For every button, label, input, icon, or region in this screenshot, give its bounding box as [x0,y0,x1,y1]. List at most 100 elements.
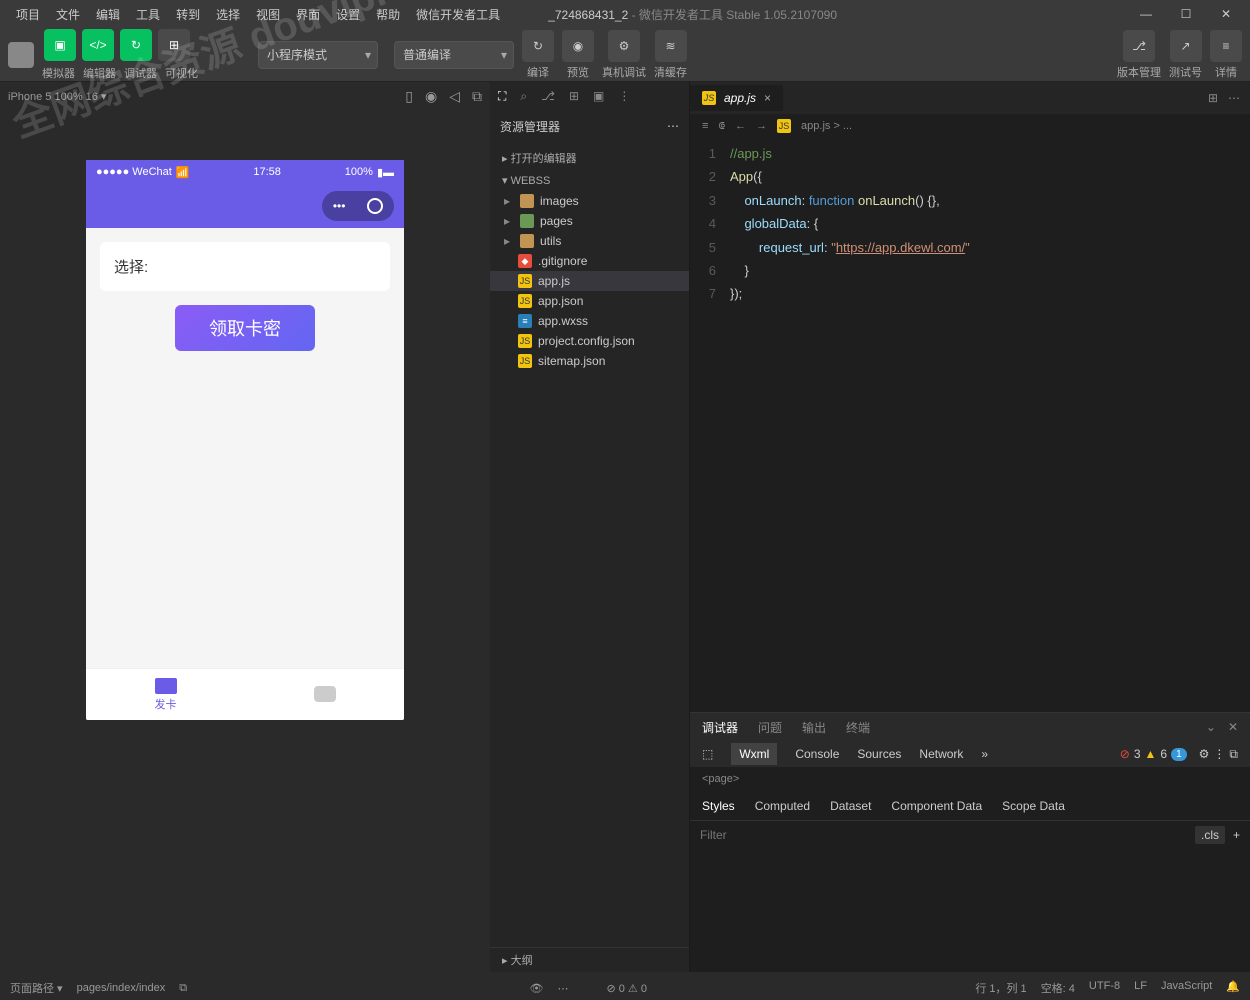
close-icon[interactable]: ✕ [1210,2,1242,26]
bookmark-icon[interactable]: ⟃ [718,120,725,133]
eol-status[interactable]: LF [1134,980,1147,996]
more-tools-icon[interactable]: » [981,747,988,761]
close-panel-icon[interactable]: ✕ [1228,720,1238,734]
tab-componentdata[interactable]: Component Data [891,799,982,813]
menu-转到[interactable]: 转到 [168,2,208,27]
menu-帮助[interactable]: 帮助 [368,2,408,27]
eye-icon[interactable]: 👁 [530,982,544,995]
tab-scopedata[interactable]: Scope Data [1002,799,1065,813]
simulator-button[interactable]: ▣ [44,29,76,61]
mode-dropdown[interactable]: 小程序模式 [258,41,378,69]
dock-icon[interactable]: ⋮ [1213,747,1225,761]
more-icon[interactable]: ⋯ [1228,91,1240,105]
errors-status[interactable]: ⊘ 0 ⚠ 0 [606,982,646,995]
files-icon[interactable]: ⛶ [498,89,506,104]
file-.gitignore[interactable]: ◆.gitignore [490,251,689,271]
code-editor[interactable]: 1//app.js2App({3 onLaunch: function onLa… [690,138,1250,712]
more-icon[interactable]: ⋯ [557,982,568,995]
wxml-tree[interactable]: <page> [690,767,1250,791]
settings-icon[interactable]: ⚙ [1199,747,1210,761]
file-app.js[interactable]: JSapp.js [490,271,689,291]
filter-input[interactable] [700,828,1187,842]
page-path[interactable]: pages/index/index [77,982,166,994]
menu-编辑[interactable]: 编辑 [88,2,128,27]
compile-dropdown[interactable]: 普通编译 [394,41,514,69]
tool-sources[interactable]: Sources [857,747,901,761]
tab-dataset[interactable]: Dataset [830,799,871,813]
copy-icon[interactable]: ⧉ [179,982,187,995]
capsule-button[interactable]: ••• [322,191,394,221]
toggle-icon[interactable]: ≡ [702,120,708,132]
menu-项目[interactable]: 项目 [8,2,48,27]
tool-wxml[interactable]: Wxml [731,743,777,765]
file-app.wxss[interactable]: ≡app.wxss [490,311,689,331]
breadcrumb[interactable]: ≡ ⟃ ←→ JS app.js > ... [690,114,1250,138]
git-icon[interactable]: ⎇ [541,89,555,103]
tool-network[interactable]: Network [919,747,963,761]
root-folder[interactable]: WEBSS [490,170,689,191]
menu-选择[interactable]: 选择 [208,2,248,27]
device-selector[interactable]: iPhone 5 100% 16 ▾ [8,90,106,103]
target-icon[interactable] [367,198,383,214]
tab-appjs[interactable]: JS app.js × [690,85,783,111]
lang-status[interactable]: JavaScript [1161,980,1212,996]
inspect-icon[interactable]: ⬚ [702,747,713,761]
select-card[interactable]: 选择: [100,242,390,291]
indent-status[interactable]: 空格: 4 [1041,980,1075,996]
open-editors-section[interactable]: 打开的编辑器 [490,146,689,170]
encoding-status[interactable]: UTF-8 [1089,980,1120,996]
testnum-button[interactable]: ↗ [1170,30,1202,62]
claim-button[interactable]: 领取卡密 [175,305,315,351]
compile-button[interactable]: ↻ [522,30,554,62]
add-style-icon[interactable]: + [1233,828,1240,842]
close-tab-icon[interactable]: × [764,91,771,105]
file-images[interactable]: images [490,191,689,211]
realmachine-button[interactable]: ⚙ [608,30,640,62]
visual-button[interactable]: ⊞ [158,29,190,61]
ext-icon[interactable]: ⊞ [569,89,579,103]
menu-视图[interactable]: 视图 [248,2,288,27]
path-label[interactable]: 页面路径 ▾ [10,980,63,996]
file-utils[interactable]: utils [490,231,689,251]
record-icon[interactable]: ◉ [425,88,437,105]
avatar[interactable] [8,42,34,68]
collapse-icon[interactable]: ⌄ [1206,720,1216,734]
cut-icon[interactable]: ⧉ [472,88,482,105]
minimize-icon[interactable]: — [1130,2,1162,26]
bell-icon[interactable]: 🔔 [1226,980,1240,996]
maximize-icon[interactable]: ☐ [1170,2,1202,26]
tab-other[interactable] [245,669,404,720]
cursor-position[interactable]: 行 1，列 1 [975,980,1026,996]
mute-icon[interactable]: ◁ [449,88,460,105]
menu-文件[interactable]: 文件 [48,2,88,27]
debugger-button[interactable]: ↻ [120,29,152,61]
menu-设置[interactable]: 设置 [328,2,368,27]
tab-problems[interactable]: 问题 [758,719,782,736]
tab-terminal[interactable]: 终端 [846,719,870,736]
clearcache-button[interactable]: ≋ [655,30,687,62]
details-button[interactable]: ≡ [1210,30,1242,62]
tab-styles[interactable]: Styles [702,799,735,813]
popout-icon[interactable]: ⧉ [1229,747,1238,762]
preview-button[interactable]: ◉ [562,30,594,62]
file-pages[interactable]: pages [490,211,689,231]
editor-button[interactable]: </> [82,29,114,61]
split-icon[interactable]: ⊞ [1208,91,1218,105]
device-icon[interactable]: ▯ [405,88,413,105]
ext3-icon[interactable]: ⋮ [618,89,630,103]
menu-微信开发者工具[interactable]: 微信开发者工具 [408,2,508,27]
tool-console[interactable]: Console [795,747,839,761]
more-icon[interactable]: ⋯ [667,119,679,133]
file-app.json[interactable]: JSapp.json [490,291,689,311]
file-sitemap.json[interactable]: JSsitemap.json [490,351,689,371]
search-icon[interactable]: ⌕ [520,89,527,104]
tab-debugger[interactable]: 调试器 [702,719,738,736]
file-project.config.json[interactable]: JSproject.config.json [490,331,689,351]
cls-button[interactable]: .cls [1195,826,1225,844]
version-button[interactable]: ⎇ [1123,30,1155,62]
tab-computed[interactable]: Computed [755,799,810,813]
menu-界面[interactable]: 界面 [288,2,328,27]
outline-section[interactable]: 大纲 [490,948,689,972]
ext2-icon[interactable]: ▣ [593,89,604,103]
tab-output[interactable]: 输出 [802,719,826,736]
